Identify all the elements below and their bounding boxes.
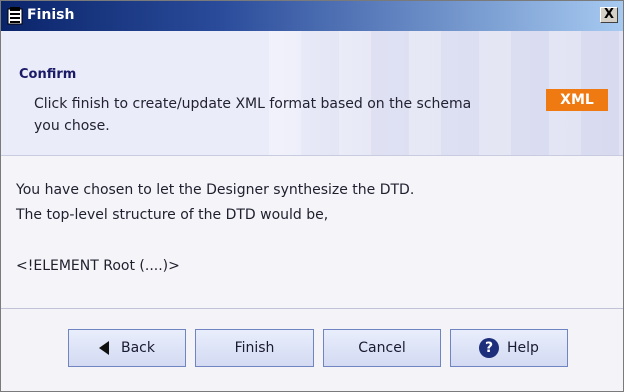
- dtd-element-preview: <!ELEMENT Root (....)>: [16, 258, 180, 274]
- help-button[interactable]: ? Help: [450, 329, 568, 367]
- cancel-button-label: Cancel: [358, 340, 406, 356]
- header-description: Click finish to create/update XML format…: [34, 96, 472, 134]
- header-title: Confirm: [19, 67, 77, 82]
- window-title: Finish: [27, 7, 75, 23]
- app-icon: [7, 7, 23, 25]
- content-line-1: You have chosen to let the Designer synt…: [16, 182, 415, 198]
- help-button-label: Help: [507, 340, 539, 356]
- close-button[interactable]: X: [600, 7, 618, 23]
- back-button[interactable]: Back: [68, 329, 186, 367]
- finish-button-label: Finish: [234, 340, 275, 356]
- help-icon: ?: [479, 338, 500, 358]
- finish-button[interactable]: Finish: [195, 329, 314, 367]
- wizard-header: Confirm Click finish to create/update XM…: [1, 31, 623, 156]
- finish-dialog: Finish X Confirm Click finish to create/…: [0, 0, 624, 392]
- xml-badge: XML: [546, 89, 608, 111]
- back-button-label: Back: [121, 340, 155, 356]
- wizard-content: You have chosen to let the Designer synt…: [1, 156, 623, 306]
- button-bar: Back Finish Cancel ? Help: [1, 309, 623, 391]
- close-icon: X: [603, 7, 615, 22]
- content-line-2: The top-level structure of the DTD would…: [16, 207, 329, 223]
- cancel-button[interactable]: Cancel: [323, 329, 441, 367]
- back-arrow-icon: [99, 341, 109, 355]
- title-bar[interactable]: Finish X: [1, 1, 623, 31]
